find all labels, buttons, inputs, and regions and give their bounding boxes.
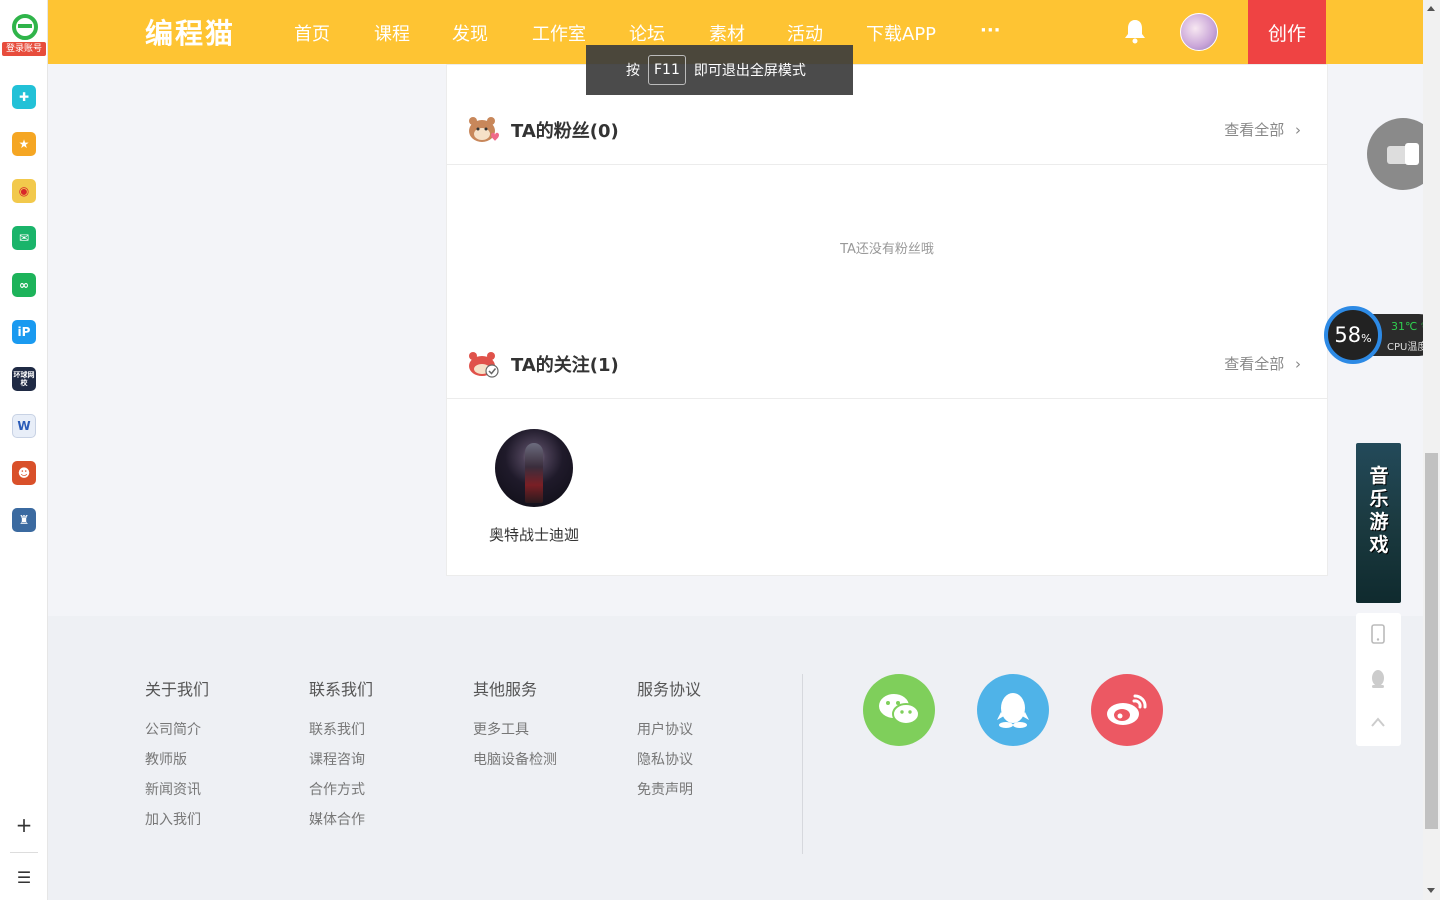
scrollbar-thumb[interactable]	[1425, 453, 1438, 829]
browser-e-icon	[12, 14, 38, 40]
link-app-icon[interactable]: ∞	[12, 273, 36, 297]
nav-discover[interactable]: 发现	[452, 20, 488, 46]
browser-sidebar: 登录账号 ✚ ★ ◉ ✉ ∞ iP 环球网校 W ☻ ♜ + ☰	[0, 0, 48, 900]
window-toggle-icon	[1387, 143, 1419, 165]
star-app-icon[interactable]: ★	[12, 132, 36, 156]
site-footer: 关于我们 公司简介 教师版 新闻资讯 加入我们 联系我们 联系我们 课程咨询 合…	[48, 616, 1423, 900]
user-avatar[interactable]	[1180, 13, 1218, 51]
menu-list-icon[interactable]: ☰	[12, 865, 36, 889]
nav-home[interactable]: 首页	[294, 20, 330, 46]
fans-title: TA的粉丝(0)	[511, 121, 619, 142]
nav-activities[interactable]: 活动	[787, 20, 823, 46]
ip-app-icon[interactable]: iP	[12, 320, 36, 344]
footer-link[interactable]: 用户协议	[637, 720, 701, 750]
chevron-right-icon: ›	[1295, 355, 1301, 373]
following-section-header: TA的关注(1) 查看全部 ›	[447, 327, 1327, 399]
brand-logo[interactable]: 编程猫	[145, 12, 235, 52]
toast-suffix: 即可退出全屏模式	[693, 63, 806, 79]
footer-link[interactable]: 课程咨询	[309, 750, 373, 780]
plus-cross-app-icon[interactable]: ✚	[12, 85, 36, 109]
scroll-up-arrow[interactable]	[1427, 6, 1435, 11]
following-cat-icon	[469, 352, 499, 378]
create-button[interactable]: 创作	[1248, 0, 1326, 64]
side-ad-banner[interactable]: 音乐游戏	[1356, 443, 1401, 603]
footer-col-services: 其他服务 更多工具 电脑设备检测	[473, 676, 557, 780]
footer-heading: 其他服务	[473, 680, 538, 699]
weibo-app-icon[interactable]: ◉	[12, 179, 36, 203]
nav-courses[interactable]: 课程	[374, 20, 410, 46]
ad-title: 音乐游戏	[1369, 465, 1389, 556]
wechat-icon[interactable]	[863, 674, 935, 746]
word-app-icon[interactable]: W	[12, 414, 36, 438]
nav-more[interactable]: ···	[980, 20, 1001, 41]
page-scrollbar[interactable]	[1423, 0, 1440, 900]
toast-key: F11	[648, 55, 686, 85]
bell-icon[interactable]	[1124, 18, 1146, 44]
footer-col-contact: 联系我们 联系我们 课程咨询 合作方式 媒体合作	[309, 676, 373, 840]
add-app-icon[interactable]: +	[12, 813, 36, 837]
nav-materials[interactable]: 素材	[709, 20, 745, 46]
following-view-all-link[interactable]: 查看全部 ›	[1224, 353, 1301, 374]
news-app-icon[interactable]: 环球网校	[12, 367, 36, 391]
nav-forum[interactable]: 论坛	[629, 20, 665, 46]
footer-divider	[802, 674, 803, 854]
following-view-all-label: 查看全部	[1224, 355, 1285, 373]
footer-col-about: 关于我们 公司简介 教师版 新闻资讯 加入我们	[145, 676, 209, 840]
following-user-name[interactable]: 奥特战士迪迦	[447, 524, 621, 545]
following-title: TA的关注(1)	[511, 355, 619, 376]
cpu-usage-value: 58	[1334, 323, 1362, 347]
footer-link[interactable]: 电脑设备检测	[473, 750, 557, 780]
nav-studio[interactable]: 工作室	[532, 20, 586, 46]
footer-link[interactable]: 公司简介	[145, 720, 209, 750]
mobile-icon[interactable]	[1369, 623, 1387, 645]
fullscreen-toast: 按 F11 即可退出全屏模式	[586, 45, 853, 95]
footer-link[interactable]: 教师版	[145, 750, 209, 780]
login-account-button[interactable]: 登录账号	[2, 42, 46, 56]
game-app-2-icon[interactable]: ♜	[12, 508, 36, 532]
back-to-top-icon[interactable]	[1369, 711, 1387, 733]
cpu-usage-ring: 58%	[1324, 306, 1382, 364]
following-user-avatar[interactable]	[495, 429, 573, 507]
fans-view-all-link[interactable]: 查看全部 ›	[1224, 119, 1301, 140]
footer-link[interactable]: 新闻资讯	[145, 780, 209, 810]
footer-link[interactable]: 联系我们	[309, 720, 373, 750]
footer-heading: 联系我们	[309, 680, 374, 699]
cpu-temp-label: CPU温度	[1387, 342, 1428, 353]
fans-cat-icon	[469, 117, 499, 142]
fans-empty-text: TA还没有粉丝哦	[840, 242, 934, 257]
chevron-right-icon: ›	[1295, 121, 1301, 139]
mail-app-icon[interactable]: ✉	[12, 226, 36, 250]
footer-heading: 服务协议	[637, 680, 702, 699]
side-toolbar	[1356, 613, 1401, 746]
profile-social-card: TA的粉丝(0) 查看全部 › TA还没有粉丝哦 TA的关注(1) 查看全部 ›…	[446, 64, 1328, 576]
cpu-usage-unit: %	[1361, 331, 1372, 345]
game-app-1-icon[interactable]: ☻	[12, 461, 36, 485]
nav-download-app[interactable]: 下载APP	[866, 20, 936, 46]
toast-prefix: 按	[626, 63, 640, 79]
footer-link[interactable]: 媒体合作	[309, 810, 373, 840]
footer-heading: 关于我们	[145, 680, 210, 699]
sidebar-divider	[10, 852, 38, 853]
footer-link[interactable]: 隐私协议	[637, 750, 701, 780]
footer-link[interactable]: 合作方式	[309, 780, 373, 810]
qq-service-icon[interactable]	[1369, 668, 1387, 690]
weibo-icon[interactable]	[1091, 674, 1163, 746]
fans-section-header: TA的粉丝(0) 查看全部 ›	[447, 93, 1327, 165]
footer-link[interactable]: 加入我们	[145, 810, 209, 840]
footer-col-agreements: 服务协议 用户协议 隐私协议 免责声明	[637, 676, 701, 810]
fans-view-all-label: 查看全部	[1224, 121, 1285, 139]
qq-icon[interactable]	[977, 674, 1049, 746]
browser-logo[interactable]: 登录账号	[2, 14, 46, 60]
scroll-down-arrow[interactable]	[1427, 888, 1435, 893]
footer-link[interactable]: 免责声明	[637, 780, 701, 810]
footer-link[interactable]: 更多工具	[473, 720, 557, 750]
